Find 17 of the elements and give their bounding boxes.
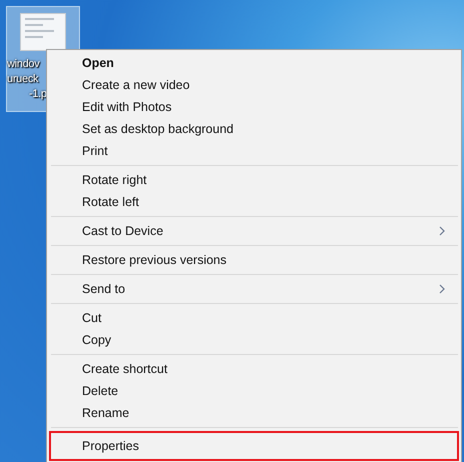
chevron-right-icon <box>439 226 445 236</box>
chevron-right-icon <box>439 284 445 294</box>
menu-item[interactable]: Send to <box>49 278 459 300</box>
menu-item[interactable]: Rotate right <box>49 169 459 191</box>
file-name-label: urueck <box>7 72 38 87</box>
menu-item[interactable]: Cut <box>49 307 459 329</box>
menu-item[interactable]: Set as desktop background <box>49 118 459 140</box>
menu-item[interactable]: Create shortcut <box>49 358 459 380</box>
menu-item[interactable]: Rotate left <box>49 191 459 213</box>
menu-item[interactable]: Restore previous versions <box>49 249 459 271</box>
menu-item[interactable]: Properties <box>49 431 459 461</box>
menu-item[interactable]: Rename <box>49 402 459 424</box>
menu-item[interactable]: Copy <box>49 329 459 351</box>
menu-item[interactable]: Print <box>49 140 459 162</box>
menu-item[interactable]: Cast to Device <box>49 220 459 242</box>
menu-item[interactable]: Delete <box>49 380 459 402</box>
file-name-label: windov <box>7 57 40 72</box>
